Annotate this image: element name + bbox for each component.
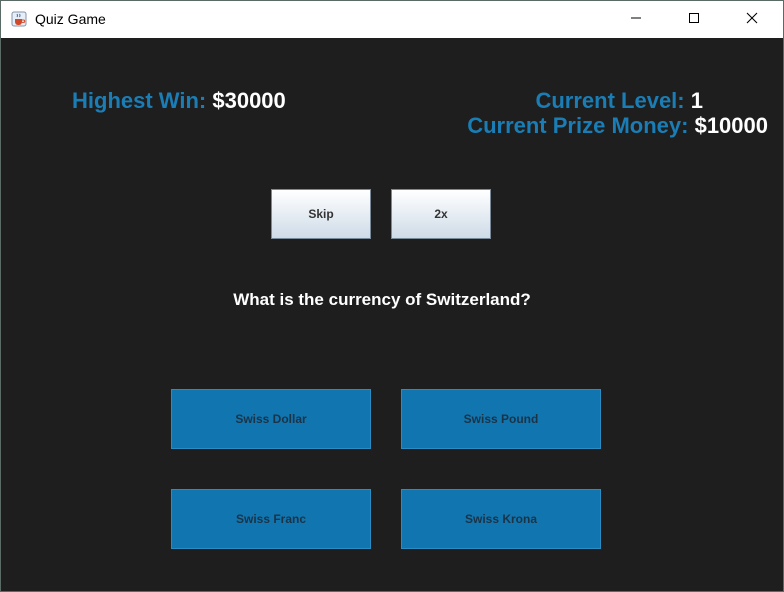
quiz-game-window: Quiz Game Highest Win: $30000 Current Le… xyxy=(0,0,784,592)
java-cup-icon xyxy=(11,11,27,27)
minimize-button[interactable] xyxy=(613,1,659,38)
highest-win: Highest Win: $30000 xyxy=(72,88,286,114)
highest-win-value: $30000 xyxy=(212,88,286,113)
close-icon xyxy=(746,11,758,29)
current-level: Current Level: 1 xyxy=(535,88,703,114)
highest-win-label: Highest Win: xyxy=(72,88,207,113)
maximize-icon xyxy=(688,11,700,29)
current-prize-value: $10000 xyxy=(694,113,768,138)
title-bar[interactable]: Quiz Game xyxy=(1,1,783,38)
question-text: What is the currency of Switzerland? xyxy=(233,290,531,309)
double-prize-button[interactable]: 2x xyxy=(391,189,491,239)
current-prize-label: Current Prize Money: xyxy=(467,113,689,138)
skip-button[interactable]: Skip xyxy=(271,189,371,239)
answer-button-2[interactable]: Swiss Pound xyxy=(401,389,601,449)
answer-button-4[interactable]: Swiss Krona xyxy=(401,489,601,549)
close-button[interactable] xyxy=(729,1,775,38)
game-panel: Highest Win: $30000 Current Level: 1 Cur… xyxy=(1,38,783,591)
current-level-label: Current Level: xyxy=(535,88,685,113)
window-title: Quiz Game xyxy=(35,11,106,27)
answer-button-1[interactable]: Swiss Dollar xyxy=(171,389,371,449)
minimize-icon xyxy=(630,11,642,29)
current-prize-money: Current Prize Money: $10000 xyxy=(467,113,768,139)
maximize-button[interactable] xyxy=(671,1,717,38)
current-level-value: 1 xyxy=(690,88,703,113)
answer-button-3[interactable]: Swiss Franc xyxy=(171,489,371,549)
